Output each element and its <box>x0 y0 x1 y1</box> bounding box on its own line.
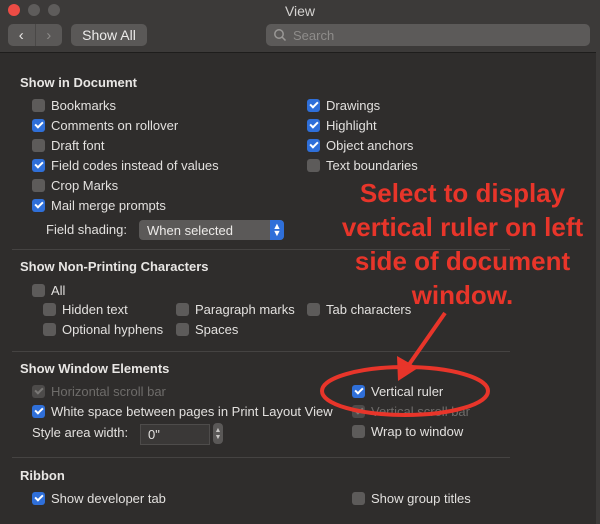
search-input[interactable] <box>291 26 585 44</box>
checkbox-label: Crop Marks <box>51 177 119 193</box>
checkbox-box[interactable] <box>43 302 56 316</box>
checkbox-label: Drawings <box>326 97 381 113</box>
checkbox-paragraph-marks[interactable]: Paragraph marks <box>176 300 295 318</box>
checkbox-box[interactable] <box>32 491 45 505</box>
checkbox-label: Bookmarks <box>51 97 117 113</box>
checkbox-box[interactable] <box>176 302 189 316</box>
checkbox-box[interactable] <box>352 491 365 505</box>
show-all-button[interactable]: Show All <box>71 24 147 46</box>
checkbox-label: Wrap to window <box>371 423 464 439</box>
checkbox-box[interactable] <box>307 118 320 132</box>
section-divider <box>12 457 510 458</box>
field-shading-select[interactable]: When selected ▲ ▼ <box>139 220 284 240</box>
checkbox-label: Draft font <box>51 137 105 153</box>
checkbox-box[interactable] <box>32 138 45 152</box>
checkbox-vertical-scroll-bar: Vertical scroll bar <box>352 402 470 420</box>
checkbox-optional-hyphens[interactable]: Optional hyphens <box>43 320 163 338</box>
checkbox-label: Show group titles <box>371 490 471 506</box>
checkbox-label: Text boundaries <box>326 157 418 173</box>
checkbox-text-boundaries[interactable]: Text boundaries <box>307 156 418 174</box>
checkbox-box[interactable] <box>307 158 320 172</box>
search-field[interactable] <box>266 24 590 46</box>
checkbox-box <box>32 384 45 398</box>
field-shading-label: Field shading: <box>46 222 127 237</box>
checkbox-show-developer-tab[interactable]: Show developer tab <box>32 489 166 507</box>
checkbox-label: Vertical ruler <box>371 383 444 399</box>
section-divider <box>12 351 510 352</box>
back-button[interactable]: ‹ <box>8 24 35 46</box>
checkbox-label: White space between pages in Print Layou… <box>51 403 333 419</box>
checkbox-bookmarks[interactable]: Bookmarks <box>32 96 116 114</box>
annotation-text: Select to display vertical ruler on left… <box>341 178 584 310</box>
checkbox-label: Spaces <box>195 321 239 337</box>
checkbox-label: Object anchors <box>326 137 414 153</box>
checkbox-label: Hidden text <box>62 301 128 317</box>
checkbox-box[interactable] <box>176 322 189 336</box>
checkbox-crop-marks[interactable]: Crop Marks <box>32 176 118 194</box>
checkbox-vertical-ruler[interactable]: Vertical ruler <box>352 382 443 400</box>
checkbox-label: Highlight <box>326 117 377 133</box>
checkbox-label: Comments on rollover <box>51 117 179 133</box>
checkbox-show-group-titles[interactable]: Show group titles <box>352 489 471 507</box>
checkbox-object-anchors[interactable]: Object anchors <box>307 136 413 154</box>
checkbox-box[interactable] <box>32 118 45 132</box>
checkbox-all[interactable]: All <box>32 281 65 299</box>
window-title: View <box>284 3 316 19</box>
checkbox-box[interactable] <box>32 98 45 112</box>
checkbox-label: Vertical scroll bar <box>371 403 470 419</box>
checkbox-horizontal-scroll-bar: Horizontal scroll bar <box>32 382 166 400</box>
title-bar: View ‹ › Show All <box>0 0 600 53</box>
checkbox-label: Field codes instead of values <box>51 157 219 173</box>
checkbox-comments-on-rollover[interactable]: Comments on rollover <box>32 116 178 134</box>
field-shading-value: When selected <box>147 222 233 238</box>
checkbox-label: All <box>51 282 66 298</box>
checkbox-box[interactable] <box>32 283 45 297</box>
checkbox-box[interactable] <box>352 424 365 438</box>
checkbox-box[interactable] <box>32 158 45 172</box>
nav-buttons: ‹ › <box>8 24 62 46</box>
checkbox-box[interactable] <box>307 98 320 112</box>
section-title-show-in-document: Show in Document <box>20 75 137 90</box>
forward-button[interactable]: › <box>34 24 63 46</box>
search-icon <box>274 29 287 42</box>
checkbox-box[interactable] <box>32 198 45 212</box>
section-title-window-elements: Show Window Elements <box>20 361 170 376</box>
style-area-width-field[interactable] <box>140 424 210 445</box>
checkbox-label: Mail merge prompts <box>51 197 166 213</box>
checkbox-box[interactable] <box>352 384 365 398</box>
section-title-non-printing: Show Non-Printing Characters <box>20 259 209 274</box>
checkbox-highlight[interactable]: Highlight <box>307 116 377 134</box>
style-area-width-label: Style area width: <box>32 425 129 440</box>
checkbox-drawings[interactable]: Drawings <box>307 96 380 114</box>
checkbox-label: Horizontal scroll bar <box>51 383 166 399</box>
checkbox-mail-merge-prompts[interactable]: Mail merge prompts <box>32 196 166 214</box>
style-area-width-stepper[interactable]: ▲ ▼ <box>213 423 223 444</box>
checkbox-box[interactable] <box>307 302 320 316</box>
checkbox-hidden-text[interactable]: Hidden text <box>43 300 128 318</box>
checkbox-wrap-to-window[interactable]: Wrap to window <box>352 422 463 440</box>
section-title-ribbon: Ribbon <box>20 468 65 483</box>
style-area-width-input[interactable] <box>146 426 210 443</box>
checkbox-draft-font[interactable]: Draft font <box>32 136 104 154</box>
checkbox-box[interactable] <box>32 404 45 418</box>
checkbox-box[interactable] <box>43 322 56 336</box>
annotation-arrow-shaft <box>406 311 447 368</box>
checkbox-spaces[interactable]: Spaces <box>176 320 238 338</box>
annotation-arrow-head <box>397 356 418 381</box>
chevron-updown-icon: ▲ ▼ <box>270 220 284 240</box>
checkbox-white-space[interactable]: White space between pages in Print Layou… <box>32 402 333 420</box>
checkbox-label: Show developer tab <box>51 490 166 506</box>
checkbox-label: Paragraph marks <box>195 301 295 317</box>
checkbox-field-codes[interactable]: Field codes instead of values <box>32 156 219 174</box>
checkbox-box[interactable] <box>32 178 45 192</box>
checkbox-box[interactable] <box>307 138 320 152</box>
checkbox-label: Optional hyphens <box>62 321 164 337</box>
checkbox-box <box>352 404 365 418</box>
